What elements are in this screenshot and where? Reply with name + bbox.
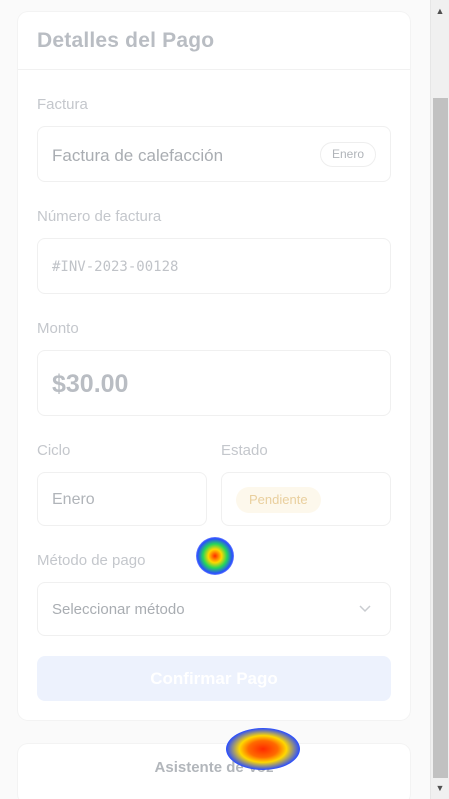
cycle-value: Enero: [52, 491, 95, 508]
invoice-number-field[interactable]: #INV-2023-00128: [37, 238, 391, 294]
page-title: Detalles del Pago: [37, 29, 215, 52]
page: Detalles del Pago Factura Factura de cal…: [0, 0, 430, 799]
triangle-down-icon[interactable]: ▼: [431, 779, 449, 797]
cycle-field[interactable]: Enero: [37, 472, 207, 526]
payment-method-select[interactable]: Seleccionar método: [37, 582, 391, 636]
chevron-down-icon: [359, 605, 371, 613]
invoice-number-value: #INV-2023-00128: [52, 259, 179, 275]
invoice-month-pill: Enero: [319, 142, 376, 167]
payment-details-card: Detalles del Pago Factura Factura de cal…: [18, 12, 410, 720]
status-field: Pendiente: [221, 472, 391, 526]
card-header: Detalles del Pago: [18, 12, 410, 70]
scrollbar[interactable]: ▲ ▼: [430, 0, 449, 799]
voice-assistant-card[interactable]: Asistente de Voz: [18, 744, 410, 799]
amount-field[interactable]: $30.00: [37, 350, 391, 416]
status-label: Estado: [221, 442, 268, 459]
amount-label: Monto: [37, 320, 79, 337]
cycle-label: Ciclo: [37, 442, 71, 459]
invoice-number-label: Número de factura: [37, 208, 162, 225]
scroll-thumb[interactable]: [433, 98, 448, 778]
invoice-field[interactable]: Factura de calefacción Enero: [37, 126, 391, 182]
payment-method-label: Método de pago: [37, 552, 146, 569]
voice-assistant-label: Asistente de Voz: [154, 759, 274, 776]
status-badge: Pendiente: [236, 487, 321, 513]
triangle-up-icon[interactable]: ▲: [431, 2, 449, 20]
confirm-payment-button[interactable]: Confirmar Pago: [37, 656, 391, 701]
amount-value: $30.00: [52, 370, 129, 398]
invoice-label: Factura: [37, 96, 88, 113]
invoice-value: Factura de calefacción: [52, 146, 224, 165]
payment-method-placeholder: Seleccionar método: [52, 601, 185, 618]
